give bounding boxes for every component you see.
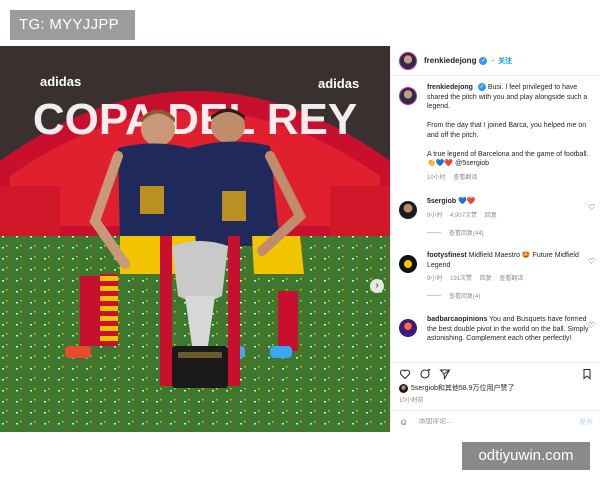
caption-text-2: From the day that I joined Barca, you he…: [427, 122, 587, 139]
comment-handle[interactable]: 5sergiob: [427, 198, 456, 205]
reply-button[interactable]: 回复: [480, 276, 492, 282]
post-comment-button[interactable]: 发布: [579, 417, 593, 427]
sponsor-right: adidas: [318, 76, 359, 91]
post-photo[interactable]: COPA DEL REY adidas adidas ›: [0, 46, 390, 432]
post-time: 10小时前: [399, 398, 424, 404]
author-avatar[interactable]: [399, 51, 417, 70]
view-replies-link[interactable]: 查看回复(4): [427, 291, 595, 300]
site-watermark: odtiyuwin.com: [462, 442, 590, 470]
comment-item: 5sergiob 💙❤️ 9小时 4,907次赞 回复 查看回复(44) ♡: [399, 197, 595, 237]
caption-text-3: A true legend of Barcelona and the game …: [427, 150, 589, 168]
comment-item: footysfinest Midfield Maestro 🤩 Future M…: [399, 251, 595, 300]
comment-composer: ☺ 发布: [391, 410, 600, 432]
chevron-right-icon[interactable]: ›: [370, 279, 384, 293]
comment-time: 9小时: [427, 276, 443, 282]
send-icon[interactable]: [439, 368, 451, 380]
heart-icon[interactable]: [399, 368, 411, 380]
view-replies-text: 查看回复(4): [449, 294, 481, 300]
caption-translate-link[interactable]: 查看翻译: [453, 175, 477, 181]
comment-handle[interactable]: footysfinest: [427, 252, 467, 259]
instagram-post-screenshot: TG: MYYJJPP COPA DEL REY adidas adidas ›…: [0, 0, 600, 480]
heart-icon[interactable]: ♡: [588, 257, 595, 266]
liked-by[interactable]: 5sergiob和其他58.9万位用户赞了: [399, 383, 514, 393]
photo-illustration: COPA DEL REY adidas adidas: [0, 46, 390, 432]
comment-handle[interactable]: badbarcaopinions: [427, 316, 487, 323]
sponsor-left: adidas: [40, 74, 81, 89]
heart-icon[interactable]: ♡: [588, 203, 595, 212]
verified-badge-icon: ✓: [477, 83, 486, 92]
action-bar: [391, 362, 600, 384]
liker-avatar: [399, 383, 408, 393]
heart-icon[interactable]: ♡: [588, 321, 595, 330]
comment-likes[interactable]: 191次赞: [450, 276, 472, 282]
liked-by-text: 5sergiob和其他58.9万位用户赞了: [411, 385, 515, 392]
comment-avatar[interactable]: [399, 201, 417, 219]
post-header: frenkiedejong ✓ · 关注: [391, 46, 600, 76]
comment-time: 9小时: [427, 212, 443, 219]
separator-dot: ·: [491, 56, 495, 65]
comment-text: 💙❤️: [458, 198, 476, 205]
comment-avatar[interactable]: [399, 255, 417, 273]
comment-input[interactable]: [418, 418, 559, 425]
bookmark-icon[interactable]: [581, 368, 593, 380]
caption-avatar[interactable]: [399, 87, 417, 105]
comment-likes[interactable]: 4,907次赞: [450, 213, 477, 219]
post-sidebar: frenkiedejong ✓ · 关注 frenkiedejong ✓ Bus…: [390, 46, 600, 432]
follow-button[interactable]: 关注: [498, 56, 512, 66]
comment-icon[interactable]: [419, 368, 431, 380]
author-handle[interactable]: frenkiedejong: [424, 56, 476, 65]
comment-avatar[interactable]: [399, 319, 417, 337]
emoji-icon[interactable]: ☺: [399, 417, 408, 427]
watermark-tag: TG: MYYJJPP: [10, 10, 135, 40]
caption-time: 10小时: [427, 174, 446, 181]
caption-handle[interactable]: frenkiedejong: [427, 84, 473, 91]
caption: frenkiedejong ✓ Busi. I feel privileged …: [399, 83, 595, 181]
view-replies-text: 查看回复(44): [449, 230, 484, 237]
banner-text: COPA DEL REY: [33, 95, 357, 144]
comments-list: frenkiedejong ✓ Busi. I feel privileged …: [391, 77, 600, 362]
comment-item: badbarcaopinions You and Busquets have f…: [399, 315, 595, 344]
translate-link[interactable]: 查看翻译: [499, 276, 523, 282]
reply-button[interactable]: 回复: [485, 213, 497, 219]
view-replies-link[interactable]: 查看回复(44): [427, 228, 595, 237]
verified-badge-icon: ✓: [479, 56, 488, 65]
